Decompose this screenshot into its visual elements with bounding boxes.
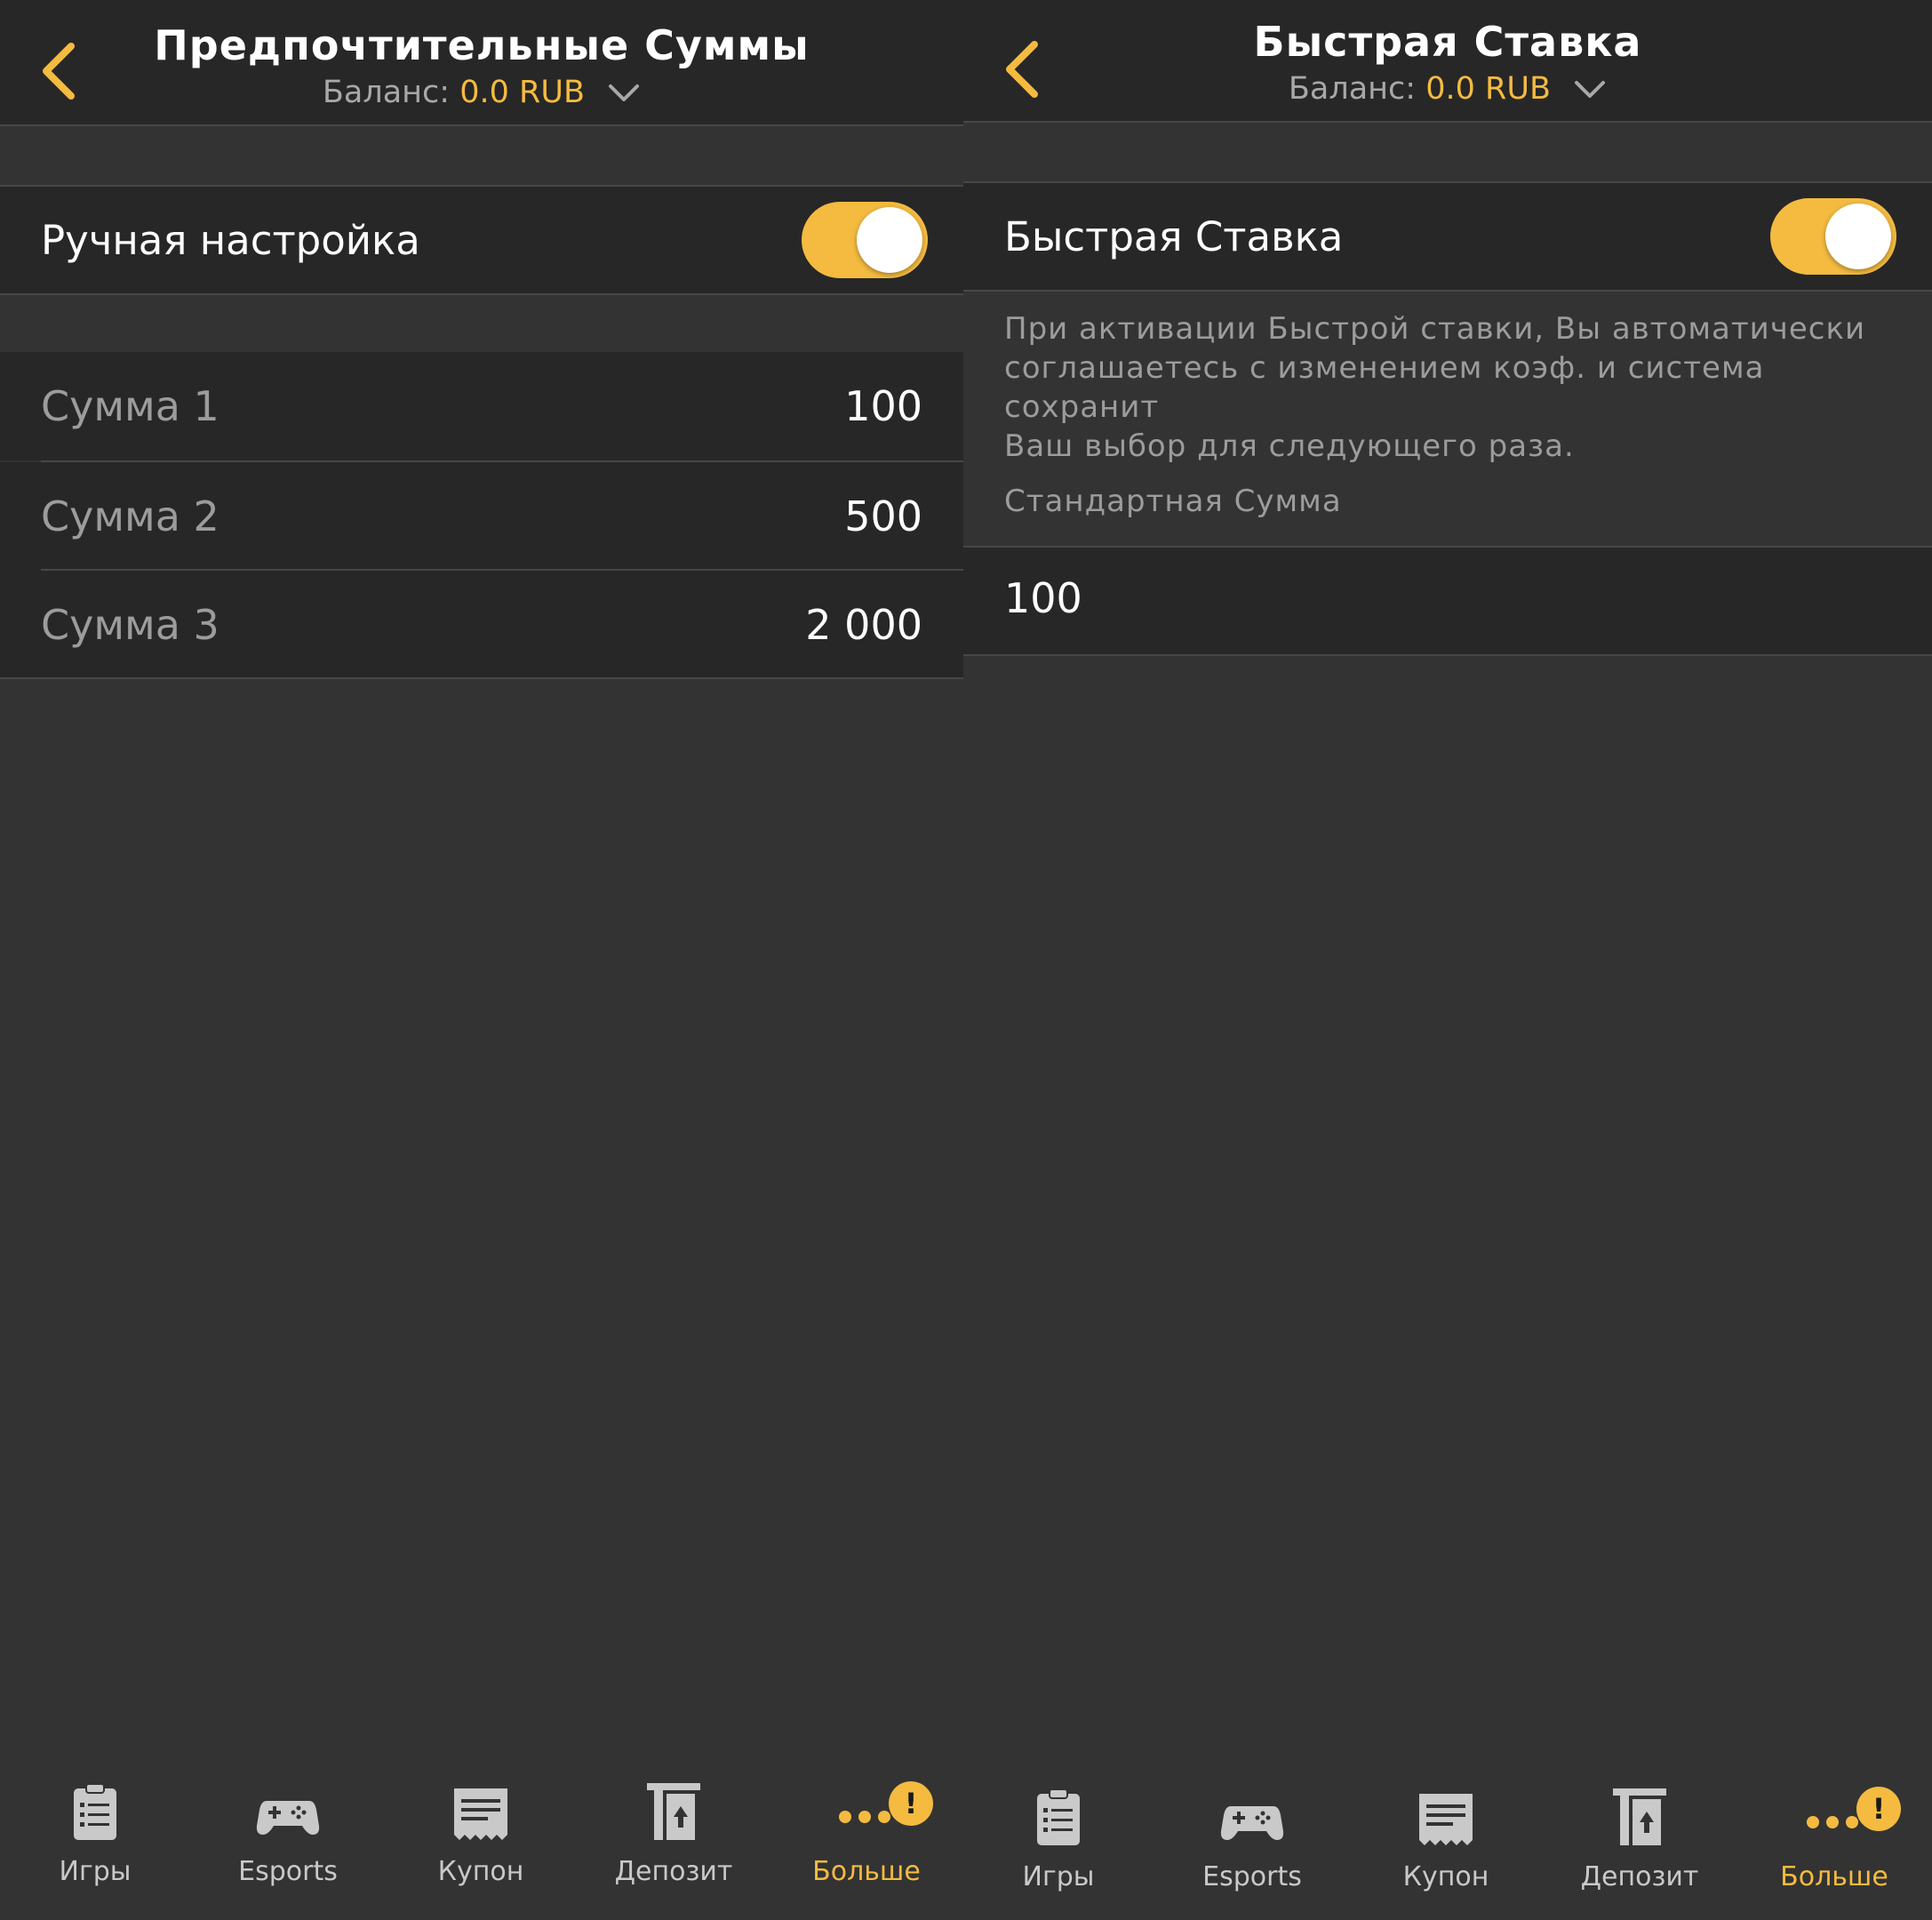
tab-coupon[interactable]: Купон — [1357, 1787, 1535, 1892]
tab-bar: Игры Esports Купон Депозит ! Больше — [963, 1751, 1932, 1920]
tab-esports[interactable]: Esports — [1163, 1787, 1341, 1892]
tab-label: Больше — [812, 1856, 921, 1887]
tab-label: Купон — [437, 1856, 524, 1887]
deposit-icon — [647, 1783, 700, 1840]
tab-games[interactable]: Игры — [970, 1787, 1147, 1892]
gamepad-icon — [256, 1801, 320, 1835]
quick-bet-row: Быстрая Ставка — [963, 181, 1932, 292]
tab-deposit[interactable]: Депозит — [1551, 1787, 1728, 1892]
quick-bet-description: При активации Быстрой ставки, Вы автомат… — [1004, 309, 1896, 466]
sum-label: Сумма 2 — [41, 492, 220, 540]
manual-setting-label: Ручная настройка — [41, 217, 420, 264]
header: Быстрая Ставка Баланс: 0.0 RUB — [963, 0, 1932, 123]
sum-value[interactable]: 500 — [844, 492, 922, 540]
notification-badge: ! — [889, 1781, 933, 1826]
toggle-knob — [857, 207, 922, 273]
gamepad-icon — [1220, 1806, 1284, 1840]
page-title: Предпочтительные Суммы — [154, 21, 810, 69]
tab-more[interactable]: ! Больше — [1745, 1787, 1923, 1892]
quick-bet-toggle[interactable] — [1770, 198, 1896, 275]
clipboard-list-icon — [74, 1783, 116, 1840]
default-sum-value[interactable]: 100 — [1004, 574, 1082, 622]
quick-bet-screen: Быстрая Ставка Баланс: 0.0 RUB Быстрая С… — [963, 0, 1932, 1920]
balance-label: Баланс: — [1288, 71, 1417, 107]
description-line: Ваш выбор для следующего раза. — [1004, 428, 1575, 464]
tab-games[interactable]: Игры — [6, 1781, 184, 1887]
tab-bar: Игры Esports Купон Депозит ! Больше — [0, 1751, 963, 1920]
receipt-icon — [1419, 1794, 1473, 1845]
clipboard-list-icon — [1037, 1788, 1080, 1845]
sum-value[interactable]: 100 — [844, 382, 922, 430]
tab-label: Депозит — [614, 1856, 733, 1887]
manual-setting-row: Ручная настройка — [0, 185, 963, 295]
tab-esports[interactable]: Esports — [199, 1781, 377, 1887]
default-sum-caption: Стандартная Сумма — [1004, 484, 1342, 519]
sum-value[interactable]: 2 000 — [805, 601, 922, 649]
sum-label: Сумма 1 — [41, 382, 220, 430]
chevron-down-icon[interactable] — [1573, 79, 1607, 100]
sum-row-1[interactable]: Сумма 1 100 — [0, 352, 963, 460]
divider — [0, 677, 963, 679]
tab-label: Депозит — [1580, 1861, 1699, 1892]
notification-badge: ! — [1856, 1787, 1901, 1831]
tab-label: Больше — [1780, 1861, 1888, 1892]
chevron-down-icon[interactable] — [607, 83, 641, 104]
page-title: Быстрая Ставка — [1253, 18, 1642, 66]
balance-selector[interactable]: Баланс: 0.0 RUB — [0, 75, 963, 110]
tab-label: Игры — [1022, 1861, 1095, 1892]
description-line: При активации Быстрой ставки, Вы автомат… — [1004, 311, 1866, 347]
tab-label: Купон — [1402, 1861, 1489, 1892]
tab-label: Esports — [238, 1856, 338, 1887]
manual-setting-toggle[interactable] — [802, 202, 928, 278]
sum-row-2[interactable]: Сумма 2 500 — [0, 462, 963, 571]
toggle-knob — [1825, 204, 1891, 269]
balance-label: Баланс: — [322, 75, 451, 110]
sum-row-3[interactable]: Сумма 3 2 000 — [0, 571, 963, 679]
balance-selector[interactable]: Баланс: 0.0 RUB — [963, 71, 1932, 107]
balance-value: 0.0 RUB — [459, 75, 585, 110]
header: Предпочтительные Суммы Баланс: 0.0 RUB — [0, 0, 963, 126]
balance-value: 0.0 RUB — [1425, 71, 1551, 107]
preferred-sums-screen: Предпочтительные Суммы Баланс: 0.0 RUB Р… — [0, 0, 963, 1920]
receipt-icon — [454, 1788, 507, 1840]
tab-label: Игры — [59, 1856, 132, 1887]
quick-bet-label: Быстрая Ставка — [1004, 213, 1344, 260]
tab-more[interactable]: ! Больше — [778, 1781, 955, 1887]
sum-label: Сумма 3 — [41, 601, 220, 649]
description-line: соглашаетесь с изменением коэф. и систем… — [1004, 350, 1765, 425]
tab-coupon[interactable]: Купон — [392, 1781, 570, 1887]
tab-deposit[interactable]: Депозит — [585, 1781, 762, 1887]
default-sum-field[interactable]: 100 — [963, 546, 1932, 656]
tab-label: Esports — [1202, 1861, 1302, 1892]
deposit-icon — [1613, 1788, 1666, 1845]
